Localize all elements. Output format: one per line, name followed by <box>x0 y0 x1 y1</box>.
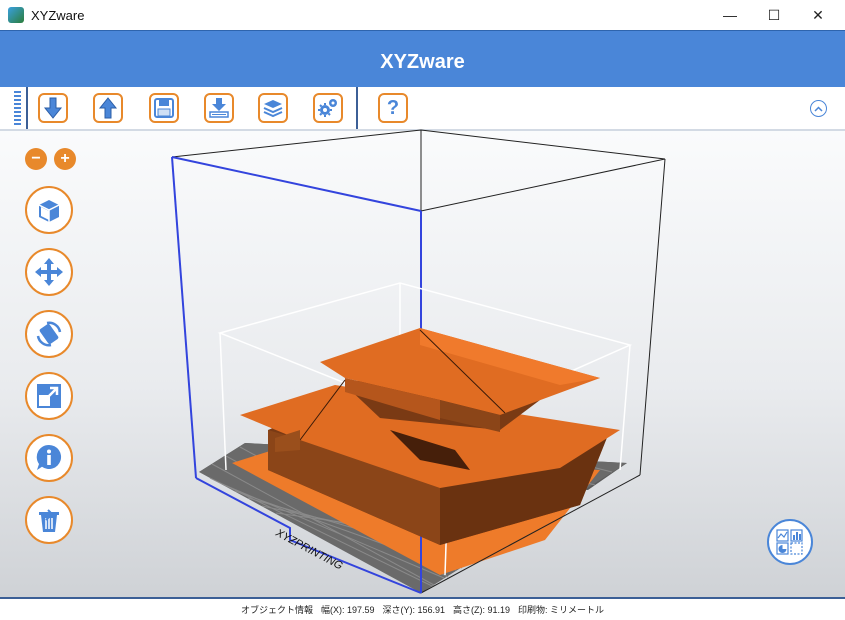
object-info-label: オブジェクト情報 <box>240 605 313 615</box>
zoom-out-button[interactable]: − <box>25 148 47 170</box>
delete-icon <box>39 509 59 532</box>
view-cube-icon <box>38 200 60 222</box>
width-readout: 幅(X): 197.59 <box>320 605 375 615</box>
view-cube-button[interactable] <box>25 186 73 234</box>
view-mode-button[interactable] <box>767 519 813 565</box>
move-icon <box>35 258 63 286</box>
view-mode-icon <box>776 529 803 555</box>
zoom-in-button[interactable]: + <box>54 148 76 170</box>
move-button[interactable] <box>25 248 73 296</box>
scale-icon <box>37 384 61 408</box>
rotate-button[interactable] <box>25 310 73 358</box>
depth-readout: 深さ(Y): 156.91 <box>382 605 446 615</box>
info-icon <box>36 444 62 470</box>
status-bar: オブジェクト情報 幅(X): 197.59 深さ(Y): 156.91 高さ(Z): … <box>0 597 845 620</box>
info-button[interactable] <box>25 434 73 482</box>
height-readout: 高さ(Z): 91.19 <box>453 605 511 615</box>
scale-button[interactable] <box>25 372 73 420</box>
delete-button[interactable] <box>25 496 73 544</box>
3d-scene: XYZPRINTING <box>171 129 666 594</box>
print-unit-readout: 印刷物: ミリメートル <box>518 605 605 615</box>
rotate-icon <box>36 321 62 347</box>
